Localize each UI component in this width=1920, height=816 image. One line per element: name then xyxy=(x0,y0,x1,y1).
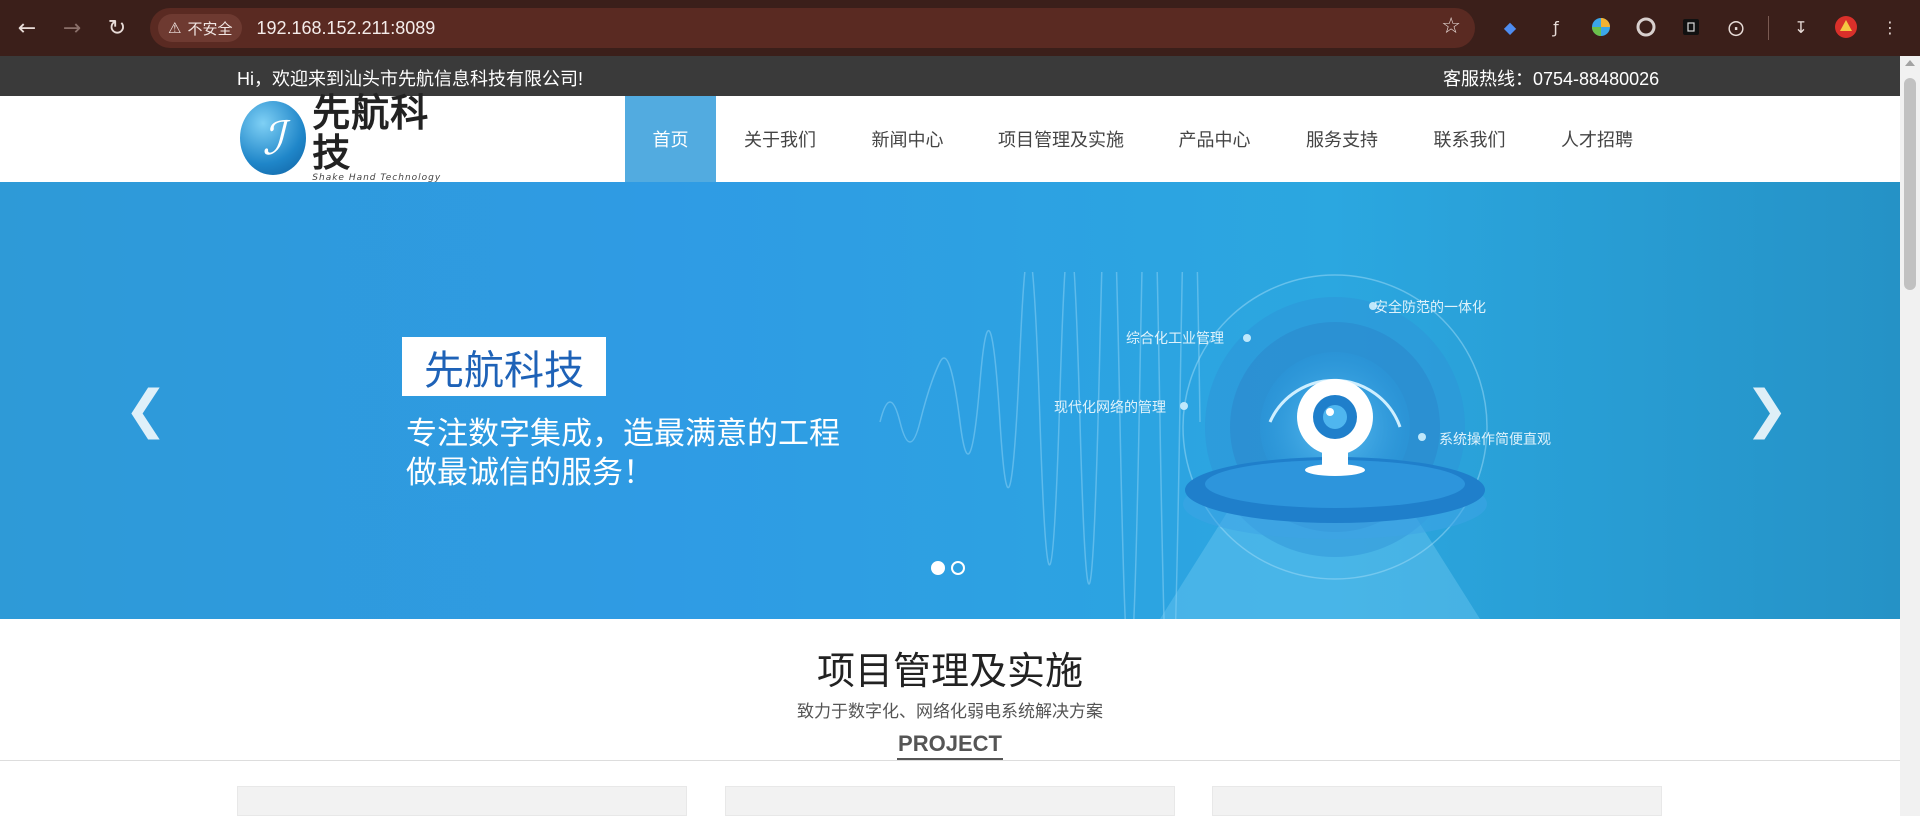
extension-icon-1[interactable]: ◆ xyxy=(1497,14,1523,40)
main-nav: 首页 关于我们 新闻中心 项目管理及实施 产品中心 服务支持 联系我们 人才招聘 xyxy=(625,96,1661,182)
scroll-up-arrow-icon[interactable] xyxy=(1905,60,1915,66)
carousel-next-icon[interactable]: ❯ xyxy=(1745,380,1789,440)
banner-title: 先航科技 xyxy=(402,337,606,396)
scrollbar-thumb[interactable] xyxy=(1904,78,1916,290)
section-title: 项目管理及实施 xyxy=(816,651,1083,693)
feature-label-1: 安全防范的一体化 xyxy=(1374,299,1486,315)
banner-slogan-line2: 做最诚信的服务！ xyxy=(406,455,654,490)
carousel-dot-1[interactable] xyxy=(931,561,945,575)
page-scrollbar[interactable] xyxy=(1900,56,1920,816)
carousel-prev-icon[interactable]: ❮ xyxy=(124,380,168,440)
browser-toolbar: ← → ↻ ⚠ 不安全 192.168.152.211:8089 ☆ ◆ ƒ ⨀… xyxy=(0,0,1920,56)
site-header: ℐ 先航科技 Shake Hand Technology 首页 关于我们 新闻中… xyxy=(0,93,1900,183)
extension-icon-3[interactable] xyxy=(1588,14,1614,40)
logo-mark-icon: ℐ xyxy=(240,101,307,175)
nav-item-projects[interactable]: 项目管理及实施 xyxy=(971,96,1151,182)
project-card-2[interactable] xyxy=(725,786,1175,816)
browser-menu-icon[interactable]: ⋮ xyxy=(1877,14,1903,40)
bookmark-star-icon[interactable]: ☆ xyxy=(1441,14,1461,39)
security-label: 不安全 xyxy=(187,19,233,38)
logo-cn: 先航科技 xyxy=(312,91,430,175)
section-divider xyxy=(0,760,1900,761)
reload-icon[interactable]: ↻ xyxy=(95,6,139,50)
section-en-label: PROJECT xyxy=(897,731,1003,760)
extension-icon-4[interactable] xyxy=(1633,14,1659,40)
nav-item-news[interactable]: 新闻中心 xyxy=(844,96,971,182)
url-text[interactable]: 192.168.152.211:8089 xyxy=(256,18,435,39)
nav-item-home[interactable]: 首页 xyxy=(625,96,716,182)
site-logo[interactable]: ℐ 先航科技 Shake Hand Technology xyxy=(240,93,452,183)
project-card-1[interactable] xyxy=(237,786,687,816)
project-card-3[interactable] xyxy=(1212,786,1662,816)
site-topbar: Hi，欢迎来到汕头市先航信息科技有限公司! 客服热线：0754-88480026 xyxy=(0,56,1900,96)
feature-label-4: 系统操作简便直观 xyxy=(1439,431,1551,447)
extension-icon-5[interactable] xyxy=(1678,14,1704,40)
back-icon[interactable]: ← xyxy=(5,6,49,50)
welcome-text: Hi，欢迎来到汕头市先航信息科技有限公司! xyxy=(237,69,583,89)
extension-icon-2[interactable]: ƒ xyxy=(1543,14,1569,40)
toolbar-separator xyxy=(1768,16,1769,40)
nav-item-products[interactable]: 产品中心 xyxy=(1151,96,1278,182)
section-subtitle: 致力于数字化、网络化弱电系统解决方案 xyxy=(797,702,1103,721)
section-en-title: PROJECT xyxy=(0,731,1900,760)
nav-item-careers[interactable]: 人才招聘 xyxy=(1533,96,1661,182)
nav-item-about[interactable]: 关于我们 xyxy=(716,96,844,182)
nav-item-support[interactable]: 服务支持 xyxy=(1278,96,1406,182)
extensions-puzzle-icon[interactable]: ⨀ xyxy=(1723,14,1749,40)
nav-item-contact[interactable]: 联系我们 xyxy=(1406,96,1533,182)
carousel-indicators xyxy=(931,561,965,575)
feature-label-3: 现代化网络的管理 xyxy=(1054,399,1166,415)
logo-text: 先航科技 Shake Hand Technology xyxy=(312,93,452,183)
address-bar[interactable]: ⚠ 不安全 192.168.152.211:8089 ☆ xyxy=(150,8,1475,48)
profile-avatar-icon[interactable] xyxy=(1833,14,1859,40)
warning-icon: ⚠ xyxy=(168,19,182,37)
download-icon[interactable]: ↧ xyxy=(1788,14,1814,40)
hero-banner: 安全防范的一体化 综合化工业管理 现代化网络的管理 系统操作简便直观 先航科技 … xyxy=(0,182,1900,619)
forward-icon[interactable]: → xyxy=(50,6,94,50)
security-indicator[interactable]: ⚠ 不安全 xyxy=(158,14,243,42)
feature-label-2: 综合化工业管理 xyxy=(1126,330,1224,346)
hotline-text: 客服热线：0754-88480026 xyxy=(1443,69,1660,89)
carousel-dot-2[interactable] xyxy=(951,561,965,575)
